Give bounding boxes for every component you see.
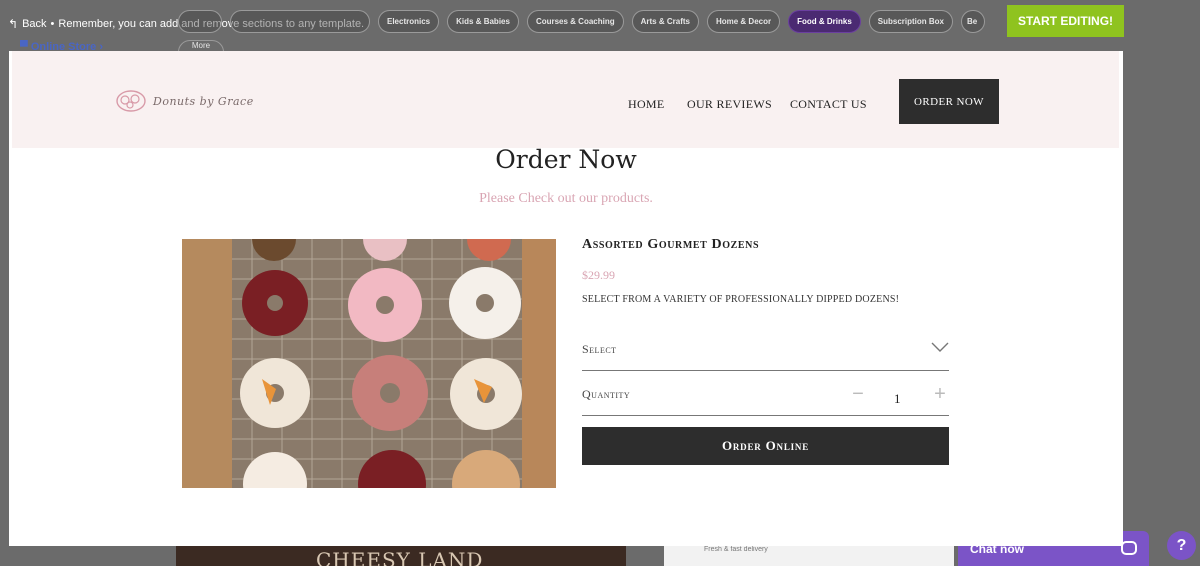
donut-logo-icon xyxy=(116,90,146,112)
separator-bullet: • xyxy=(50,18,55,30)
editor-topbar: ↰ Back • Remember, you can add and remov… xyxy=(0,0,1200,46)
category-pill[interactable]: Subscription Box xyxy=(868,10,953,33)
product-price: $29.99 xyxy=(582,268,615,282)
background-banner-text: CHEESY LAND xyxy=(316,548,484,566)
header-order-now-button[interactable]: ORDER NOW xyxy=(899,79,999,124)
back-arrow-icon: ↰ xyxy=(8,17,19,31)
order-online-button[interactable]: Order Online xyxy=(582,427,949,465)
category-pill[interactable]: Be xyxy=(961,10,985,33)
variant-select-label: Select xyxy=(582,342,617,356)
product-description: Select from a variety of professionally … xyxy=(582,294,900,305)
background-template-card: Fresh & fast delivery xyxy=(664,546,954,566)
category-pill-active[interactable]: Food & Drinks xyxy=(788,10,861,33)
category-pill[interactable]: Courses & Coaching xyxy=(526,10,624,33)
product-name: Assorted Gourmet Dozens xyxy=(582,237,760,252)
product-image xyxy=(182,239,556,488)
back-label: Back xyxy=(22,18,47,30)
page-title: Order Now xyxy=(495,145,637,174)
page-subtitle: Please Check out our products. xyxy=(479,191,653,206)
category-pill[interactable]: Kids & Babies xyxy=(447,10,519,33)
help-button[interactable]: ? xyxy=(1167,531,1196,560)
category-pill[interactable]: Electronics xyxy=(378,10,440,33)
background-card-text: Fresh & fast delivery xyxy=(704,546,768,553)
template-preview: Donuts by Grace HOME OUR REVIEWS CONTACT… xyxy=(9,51,1123,546)
site-logo[interactable]: Donuts by Grace xyxy=(115,89,254,113)
quantity-stepper: Quantity − 1 + xyxy=(582,381,949,416)
quantity-increase-button[interactable]: + xyxy=(932,384,948,404)
category-pill[interactable]: Arts & Crafts xyxy=(631,10,699,33)
category-pill[interactable] xyxy=(230,10,370,33)
chevron-down-icon xyxy=(931,342,949,352)
quantity-label: Quantity xyxy=(582,387,631,401)
category-filter-row: Electronics Kids & Babies Courses & Coac… xyxy=(178,10,985,33)
site-logo-text: Donuts by Grace xyxy=(153,94,254,108)
quantity-decrease-button[interactable]: − xyxy=(850,384,866,404)
quantity-value[interactable]: 1 xyxy=(894,391,901,407)
site-header: Donuts by Grace HOME OUR REVIEWS CONTACT… xyxy=(12,51,1119,148)
start-editing-button[interactable]: START EDITING! xyxy=(1007,5,1124,37)
nav-contact-us[interactable]: CONTACT US xyxy=(790,97,867,112)
category-pill[interactable]: Home & Decor xyxy=(706,10,781,33)
nav-our-reviews[interactable]: OUR REVIEWS xyxy=(687,97,772,112)
variant-select[interactable]: Select xyxy=(582,335,949,371)
background-template-banner: CHEESY LAND xyxy=(176,546,626,566)
chat-bubble-icon xyxy=(1121,541,1137,555)
category-pill[interactable] xyxy=(178,10,222,33)
nav-home[interactable]: HOME xyxy=(628,97,665,112)
